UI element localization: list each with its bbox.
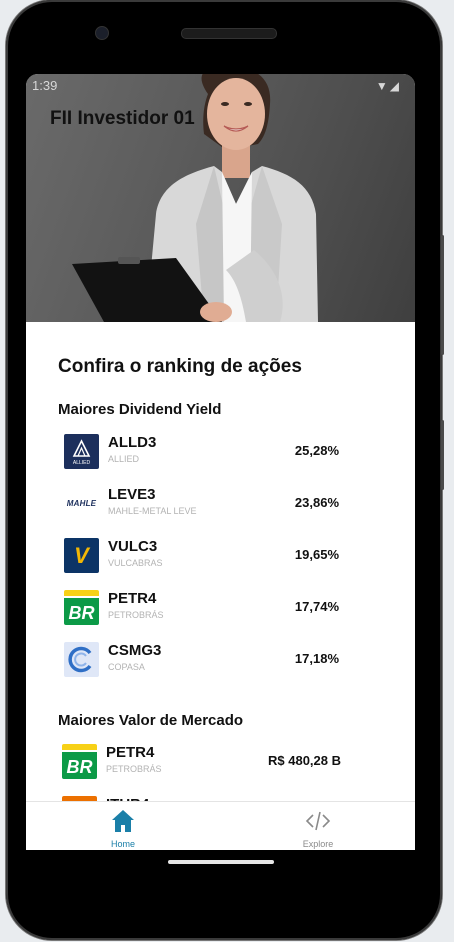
stock-row[interactable]: V VULC3 VULCABRAS 19,65% [64, 538, 339, 574]
app-title: FII Investidor 01 [50, 108, 195, 129]
dividend-section-title: Maiores Dividend Yield [58, 401, 222, 418]
code-icon [305, 811, 331, 831]
stock-row[interactable]: BR PETR4 PETROBRÁS 17,74% [64, 590, 339, 626]
stock-yield: 19,65% [294, 547, 339, 562]
signal-icon: ◢ [389, 79, 401, 93]
gesture-home-bar[interactable] [168, 860, 274, 864]
nav-explore-label: Explore [302, 839, 334, 849]
hero-banner: 1:39 ▼◢ FII Investidor 01 [26, 74, 415, 322]
power-button [441, 420, 444, 490]
bottom-navigation: Home Explore [26, 801, 415, 850]
vulcabras-logo: V [64, 538, 99, 573]
stock-company: MAHLE-METAL LEVE [108, 506, 197, 516]
stock-company: ALLIED [108, 454, 140, 464]
status-icons: ▼◢ [376, 79, 401, 93]
petrobras-logo-text: BR [69, 603, 95, 623]
vulcabras-logo-text: V [74, 542, 89, 568]
status-bar: 1:39 ▼◢ [32, 78, 401, 96]
stock-market-cap: R$ 480,28 B [268, 753, 341, 768]
stock-ticker: LEVE3 [108, 486, 156, 503]
stock-ticker: VULC3 [108, 538, 158, 555]
mahle-logo: MAHLE [64, 486, 99, 521]
wifi-icon: ▼ [375, 79, 390, 93]
stock-row[interactable]: CSMG3 COPASA 17,18% [64, 642, 339, 678]
stock-yield: 23,86% [294, 495, 339, 510]
stock-company: COPASA [108, 662, 145, 672]
mahle-logo-text: MAHLE [66, 499, 97, 508]
volume-button [441, 235, 444, 355]
stock-company: PETROBRÁS [106, 764, 162, 774]
stock-ticker: CSMG3 [108, 642, 162, 659]
nav-explore[interactable]: Explore [273, 802, 363, 850]
stock-ticker: PETR4 [106, 744, 155, 761]
stock-row[interactable]: BR PETR4 PETROBRÁS R$ 480,28 B [62, 744, 341, 780]
stock-ticker: ALLD3 [108, 434, 157, 451]
petrobras-logo-text: BR [67, 757, 93, 777]
copasa-logo [64, 642, 99, 677]
home-icon [112, 810, 134, 832]
stock-yield: 17,18% [294, 651, 339, 666]
stock-company: VULCABRAS [108, 558, 163, 568]
status-time: 1:39 [32, 78, 58, 93]
petrobras-logo: BR [62, 744, 97, 779]
stock-row[interactable]: ALLIED ALLD3 ALLIED 25,28% [64, 434, 339, 470]
ranking-title: Confira o ranking de ações [58, 356, 302, 377]
nav-home[interactable]: Home [78, 802, 168, 850]
allied-logo-text: ALLIED [73, 460, 91, 466]
stock-row[interactable]: MAHLE LEVE3 MAHLE-METAL LEVE 23,86% [64, 486, 339, 522]
app-screen: 1:39 ▼◢ FII Investidor 01 Confira o rank… [26, 74, 415, 850]
stock-company: PETROBRÁS [108, 610, 164, 620]
front-camera [95, 26, 109, 40]
nav-home-label: Home [110, 839, 135, 849]
stock-yield: 25,28% [294, 443, 339, 458]
stock-yield: 17,74% [294, 599, 339, 614]
market-cap-section-title: Maiores Valor de Mercado [58, 712, 244, 729]
petrobras-logo: BR [64, 590, 99, 625]
stock-ticker: PETR4 [108, 590, 157, 607]
speaker-grille [181, 28, 277, 39]
allied-logo: ALLIED [64, 434, 99, 469]
